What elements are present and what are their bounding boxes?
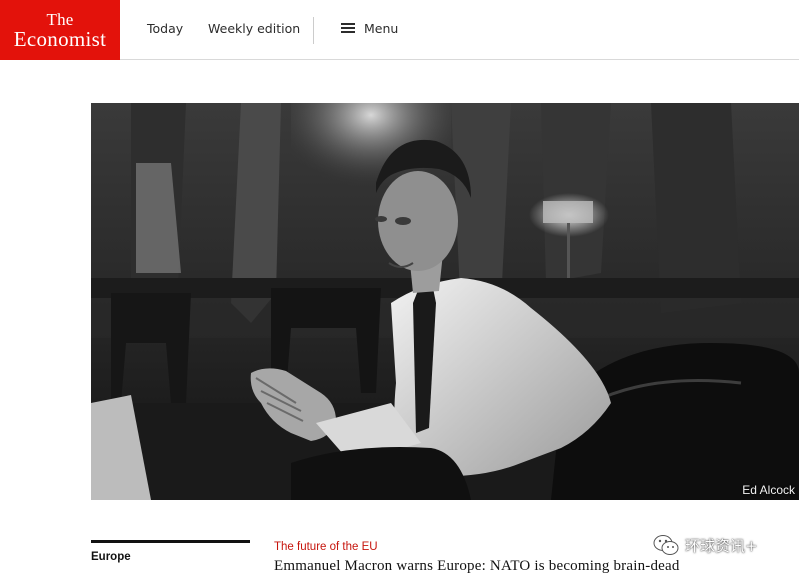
economist-logo[interactable]: The Economist	[0, 0, 120, 60]
section-link-europe[interactable]: Europe	[91, 551, 131, 563]
menu-label: Menu	[364, 20, 399, 36]
logo-line-economist: Economist	[13, 26, 107, 51]
hamburger-icon	[341, 23, 355, 33]
site-header: The Economist Today Weekly edition Menu	[0, 0, 799, 60]
nav-today-link[interactable]: Today	[147, 21, 183, 36]
article-flytitle: The future of the EU	[274, 541, 378, 553]
section-rule	[91, 540, 250, 543]
hero-photo: Ed Alcock	[91, 103, 799, 500]
menu-button[interactable]: Menu	[341, 19, 398, 37]
hero-photo-illustration	[91, 103, 799, 500]
watermark: 环球资讯+	[653, 534, 758, 556]
wechat-icon	[653, 535, 679, 555]
photo-credit: Ed Alcock	[742, 483, 795, 497]
article-headline[interactable]: Emmanuel Macron warns Europe: NATO is be…	[274, 558, 680, 575]
watermark-text: 环球资讯+	[685, 536, 758, 555]
nav-weekly-edition-link[interactable]: Weekly edition	[208, 21, 300, 36]
nav-divider	[313, 17, 314, 44]
logo-line-the: The	[46, 9, 74, 29]
